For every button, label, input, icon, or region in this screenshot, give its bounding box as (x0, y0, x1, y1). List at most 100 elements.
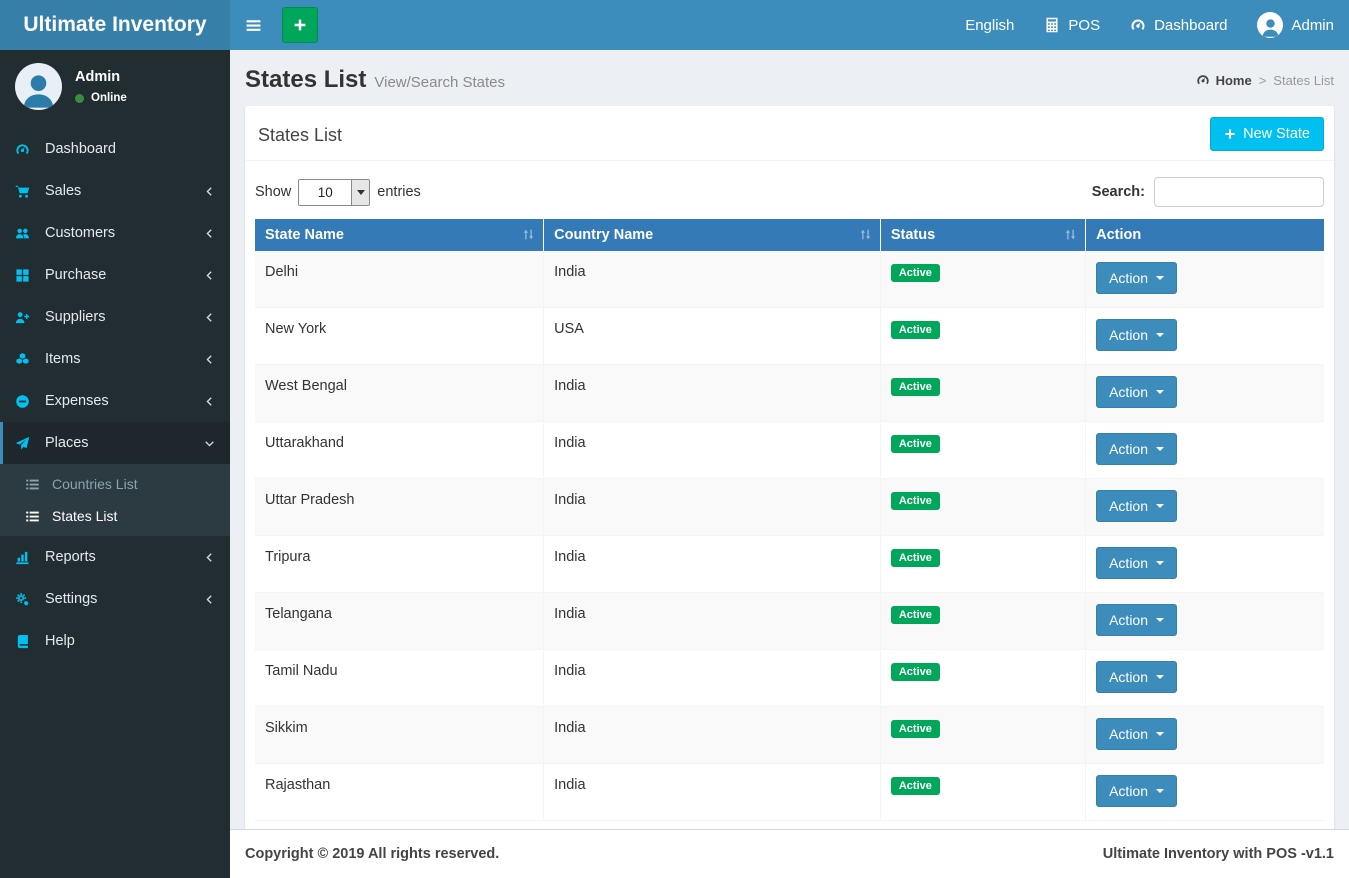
sidebar-submenu: Countries List States List (0, 464, 230, 536)
nav-pos[interactable]: POS (1029, 0, 1115, 50)
table-row: Uttarakhand India Active Action (255, 421, 1324, 479)
table-row: Tamil Nadu India Active Action (255, 649, 1324, 707)
action-cell: Action (1085, 421, 1324, 479)
action-cell: Action (1085, 307, 1324, 365)
sidebar-item-label: Purchase (45, 267, 107, 283)
row-action-label: Action (1109, 783, 1149, 799)
sidebar-item-places[interactable]: Places (0, 422, 230, 464)
sidebar-item-expenses[interactable]: Expenses (0, 380, 230, 422)
quick-add-button[interactable] (282, 7, 318, 43)
list-icon (25, 509, 48, 524)
row-action-button[interactable]: Action (1096, 319, 1178, 351)
row-action-button[interactable]: Action (1096, 490, 1178, 522)
sidebar-item-icon (15, 268, 39, 283)
sidebar-item-reports[interactable]: Reports (0, 536, 230, 578)
row-action-button[interactable]: Action (1096, 376, 1178, 408)
status-badge: Active (890, 435, 940, 453)
sort-icon (522, 228, 535, 241)
sidebar-item-help[interactable]: Help (0, 620, 230, 662)
home-gauge-icon (1196, 73, 1210, 87)
sidebar-item-label: Reports (45, 549, 96, 565)
nav-pos-label: POS (1068, 16, 1101, 34)
breadcrumb-home[interactable]: Home (1196, 73, 1252, 88)
column-header-status[interactable]: Status (880, 219, 1087, 251)
sidebar-item-icon (15, 142, 39, 157)
nav-user-menu[interactable]: Admin (1242, 0, 1349, 50)
state-name-cell: Delhi (255, 251, 545, 308)
brand-logo[interactable]: Ultimate Inventory (0, 0, 230, 50)
country-name-cell: India (543, 251, 881, 308)
nav-dashboard[interactable]: Dashboard (1115, 0, 1242, 50)
status-badge: Active (890, 549, 940, 567)
list-icon (25, 477, 48, 492)
action-cell: Action (1085, 706, 1324, 764)
status-badge: Active (890, 378, 940, 396)
sidebar-item-purchase[interactable]: Purchase (0, 254, 230, 296)
sidebar-item-sales[interactable]: Sales (0, 170, 230, 212)
status-cell: Active (880, 364, 1087, 422)
row-action-label: Action (1109, 498, 1149, 514)
column-header-state-name[interactable]: State Name (255, 219, 545, 251)
sidebar-item-suppliers[interactable]: Suppliers (0, 296, 230, 338)
chevron-down-icon (204, 438, 215, 449)
sidebar-subitem-countries-list[interactable]: Countries List (0, 468, 230, 500)
sidebar-item-items[interactable]: Items (0, 338, 230, 380)
row-action-label: Action (1109, 327, 1149, 343)
nav-language[interactable]: English (950, 0, 1029, 50)
row-action-button[interactable]: Action (1096, 661, 1178, 693)
page-length-control: Show 10 entries (255, 178, 421, 206)
caret-down-icon (1156, 390, 1165, 394)
entries-label: entries (377, 184, 421, 200)
state-name-cell: Tripura (255, 535, 545, 593)
row-action-button[interactable]: Action (1096, 775, 1178, 807)
table-row: Rajasthan India Active Action (255, 763, 1324, 821)
nav-user-label: Admin (1291, 16, 1334, 34)
search-input[interactable] (1154, 177, 1324, 207)
table-head: State Name Country Name Status Action (255, 219, 1324, 251)
breadcrumb-separator: > (1258, 72, 1267, 88)
row-action-button[interactable]: Action (1096, 718, 1178, 750)
page-title: States List View/Search States (245, 66, 505, 94)
sidebar-item-dashboard[interactable]: Dashboard (0, 128, 230, 170)
row-action-button[interactable]: Action (1096, 262, 1178, 294)
chevron-left-icon (204, 594, 215, 605)
sidebar-item-label: Help (45, 633, 75, 649)
sidebar-subitem-states-list[interactable]: States List (0, 500, 230, 532)
sidebar-item-icon (15, 550, 39, 565)
action-cell: Action (1085, 364, 1324, 422)
sidebar-item-label: Places (45, 435, 89, 451)
nav-language-label: English (965, 16, 1015, 34)
sidebar-item-icon (15, 226, 39, 241)
calculator-icon (1044, 17, 1060, 33)
content-area: States List View/Search States Home > Sta… (230, 50, 1349, 829)
row-action-button[interactable]: Action (1096, 433, 1178, 465)
select-arrow-icon (351, 179, 370, 205)
sidebar-toggle-button[interactable] (230, 0, 276, 50)
table-body: Delhi India Active Action New York USA A… (255, 251, 1324, 821)
column-header-country-name[interactable]: Country Name (543, 219, 881, 251)
sidebar-item-customers[interactable]: Customers (0, 212, 230, 254)
new-state-button[interactable]: New State (1210, 117, 1324, 151)
content-header: States List View/Search States Home > Sta… (230, 50, 1349, 106)
caret-down-icon (1156, 732, 1165, 736)
table-row: Delhi India Active Action (255, 251, 1324, 308)
row-action-button[interactable]: Action (1096, 547, 1178, 579)
table-row: West Bengal India Active Action (255, 364, 1324, 422)
sidebar-item-label: Settings (45, 591, 98, 607)
caret-down-icon (1156, 276, 1165, 280)
chevron-left-icon (204, 270, 215, 281)
state-name-cell: West Bengal (255, 364, 545, 422)
breadcrumb-home-label: Home (1215, 72, 1252, 88)
sidebar-item-settings[interactable]: Settings (0, 578, 230, 620)
page-title-text: States List (245, 66, 367, 93)
box-header: States List New State (245, 106, 1334, 161)
box-title: States List (258, 125, 343, 145)
status-cell: Active (880, 706, 1087, 764)
status-cell: Active (880, 478, 1087, 536)
status-badge: Active (890, 606, 940, 624)
state-name-cell: New York (255, 307, 545, 365)
table-row: Uttar Pradesh India Active Action (255, 478, 1324, 536)
page-length-select[interactable]: 10 (298, 178, 371, 206)
row-action-button[interactable]: Action (1096, 604, 1178, 636)
chevron-left-icon (204, 186, 215, 197)
